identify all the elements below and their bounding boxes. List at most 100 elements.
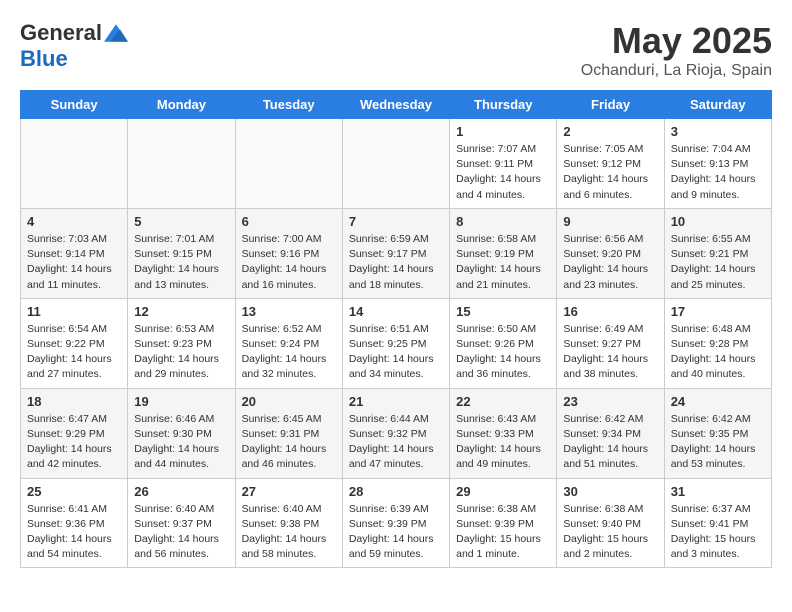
- calendar-cell: 21 Sunrise: 6:44 AM Sunset: 9:32 PM Dayli…: [342, 388, 449, 478]
- day-info: Sunrise: 7:03 AM Sunset: 9:14 PM Dayligh…: [27, 232, 121, 293]
- day-info: Sunrise: 6:47 AM Sunset: 9:29 PM Dayligh…: [27, 412, 121, 473]
- day-info: Sunrise: 7:07 AM Sunset: 9:11 PM Dayligh…: [456, 142, 550, 203]
- day-info: Sunrise: 7:05 AM Sunset: 9:12 PM Dayligh…: [563, 142, 657, 203]
- day-number: 24: [671, 394, 765, 409]
- week-row-5: 25Sunrise: 6:41 AM Sunset: 9:36 PM Dayli…: [21, 478, 772, 568]
- day-info: Sunrise: 6:52 AM Sunset: 9:24 PM Dayligh…: [242, 322, 336, 383]
- calendar-cell: 17 Sunrise: 6:48 AM Sunset: 9:28 PM Dayli…: [664, 298, 771, 388]
- day-number: 13: [242, 304, 336, 319]
- calendar-cell: 12 Sunrise: 6:53 AM Sunset: 9:23 PM Dayli…: [128, 298, 235, 388]
- day-info: Sunrise: 6:39 AM Sunset: 9:39 PM Dayligh…: [349, 502, 443, 563]
- day-number: 15: [456, 304, 550, 319]
- day-info: Sunrise: 6:40 AM Sunset: 9:37 PM Dayligh…: [134, 502, 228, 563]
- calendar-cell: 20Sunrise: 6:45 AM Sunset: 9:31 PM Dayli…: [235, 388, 342, 478]
- weekday-header-friday: Friday: [557, 91, 664, 119]
- week-row-4: 18 Sunrise: 6:47 AM Sunset: 9:29 PM Dayli…: [21, 388, 772, 478]
- calendar-cell: 28Sunrise: 6:39 AM Sunset: 9:39 PM Dayli…: [342, 478, 449, 568]
- day-number: 9: [563, 214, 657, 229]
- calendar-cell: [128, 119, 235, 209]
- calendar-cell: 22 Sunrise: 6:43 AM Sunset: 9:33 PM Dayli…: [450, 388, 557, 478]
- day-number: 1: [456, 124, 550, 139]
- day-info: Sunrise: 6:50 AM Sunset: 9:26 PM Dayligh…: [456, 322, 550, 383]
- calendar-cell: 25Sunrise: 6:41 AM Sunset: 9:36 PM Dayli…: [21, 478, 128, 568]
- logo: General Blue: [20, 20, 128, 72]
- weekday-header-wednesday: Wednesday: [342, 91, 449, 119]
- day-number: 29: [456, 484, 550, 499]
- week-row-1: 1 Sunrise: 7:07 AM Sunset: 9:11 PM Daylig…: [21, 119, 772, 209]
- calendar-cell: 4 Sunrise: 7:03 AM Sunset: 9:14 PM Daylig…: [21, 208, 128, 298]
- calendar-cell: 10Sunrise: 6:55 AM Sunset: 9:21 PM Dayli…: [664, 208, 771, 298]
- weekday-header-saturday: Saturday: [664, 91, 771, 119]
- calendar-cell: 11Sunrise: 6:54 AM Sunset: 9:22 PM Dayli…: [21, 298, 128, 388]
- day-number: 14: [349, 304, 443, 319]
- day-number: 6: [242, 214, 336, 229]
- calendar-cell: [342, 119, 449, 209]
- calendar-cell: [235, 119, 342, 209]
- day-number: 5: [134, 214, 228, 229]
- month-title: May 2025: [581, 20, 772, 62]
- day-info: Sunrise: 6:38 AM Sunset: 9:39 PM Dayligh…: [456, 502, 550, 563]
- week-row-3: 11Sunrise: 6:54 AM Sunset: 9:22 PM Dayli…: [21, 298, 772, 388]
- day-info: Sunrise: 6:59 AM Sunset: 9:17 PM Dayligh…: [349, 232, 443, 293]
- calendar-cell: 30 Sunrise: 6:38 AM Sunset: 9:40 PM Dayli…: [557, 478, 664, 568]
- calendar-table: SundayMondayTuesdayWednesdayThursdayFrid…: [20, 90, 772, 568]
- day-info: Sunrise: 6:58 AM Sunset: 9:19 PM Dayligh…: [456, 232, 550, 293]
- calendar-cell: 16 Sunrise: 6:49 AM Sunset: 9:27 PM Dayli…: [557, 298, 664, 388]
- logo-general-text: General: [20, 20, 102, 46]
- day-number: 4: [27, 214, 121, 229]
- calendar-cell: 31 Sunrise: 6:37 AM Sunset: 9:41 PM Dayli…: [664, 478, 771, 568]
- calendar-cell: 26 Sunrise: 6:40 AM Sunset: 9:37 PM Dayli…: [128, 478, 235, 568]
- day-info: Sunrise: 6:54 AM Sunset: 9:22 PM Dayligh…: [27, 322, 121, 383]
- weekday-header-tuesday: Tuesday: [235, 91, 342, 119]
- location-subtitle: Ochanduri, La Rioja, Spain: [581, 62, 772, 80]
- day-info: Sunrise: 6:48 AM Sunset: 9:28 PM Dayligh…: [671, 322, 765, 383]
- calendar-cell: 8 Sunrise: 6:58 AM Sunset: 9:19 PM Daylig…: [450, 208, 557, 298]
- day-info: Sunrise: 6:44 AM Sunset: 9:32 PM Dayligh…: [349, 412, 443, 473]
- calendar-cell: 13 Sunrise: 6:52 AM Sunset: 9:24 PM Dayli…: [235, 298, 342, 388]
- day-info: Sunrise: 6:42 AM Sunset: 9:35 PM Dayligh…: [671, 412, 765, 473]
- calendar-cell: 27 Sunrise: 6:40 AM Sunset: 9:38 PM Dayli…: [235, 478, 342, 568]
- day-number: 31: [671, 484, 765, 499]
- day-number: 19: [134, 394, 228, 409]
- calendar-cell: 24 Sunrise: 6:42 AM Sunset: 9:35 PM Dayli…: [664, 388, 771, 478]
- day-info: Sunrise: 6:49 AM Sunset: 9:27 PM Dayligh…: [563, 322, 657, 383]
- day-number: 18: [27, 394, 121, 409]
- day-info: Sunrise: 6:42 AM Sunset: 9:34 PM Dayligh…: [563, 412, 657, 473]
- calendar-cell: 15 Sunrise: 6:50 AM Sunset: 9:26 PM Dayli…: [450, 298, 557, 388]
- day-number: 8: [456, 214, 550, 229]
- calendar-cell: 7Sunrise: 6:59 AM Sunset: 9:17 PM Daylig…: [342, 208, 449, 298]
- day-number: 12: [134, 304, 228, 319]
- day-number: 20: [242, 394, 336, 409]
- day-number: 26: [134, 484, 228, 499]
- day-info: Sunrise: 6:37 AM Sunset: 9:41 PM Dayligh…: [671, 502, 765, 563]
- calendar-cell: 3Sunrise: 7:04 AM Sunset: 9:13 PM Daylig…: [664, 119, 771, 209]
- weekday-header-monday: Monday: [128, 91, 235, 119]
- day-number: 17: [671, 304, 765, 319]
- week-row-2: 4 Sunrise: 7:03 AM Sunset: 9:14 PM Daylig…: [21, 208, 772, 298]
- calendar-cell: 19 Sunrise: 6:46 AM Sunset: 9:30 PM Dayli…: [128, 388, 235, 478]
- calendar-cell: 6 Sunrise: 7:00 AM Sunset: 9:16 PM Daylig…: [235, 208, 342, 298]
- day-info: Sunrise: 6:41 AM Sunset: 9:36 PM Dayligh…: [27, 502, 121, 563]
- calendar-cell: 1 Sunrise: 7:07 AM Sunset: 9:11 PM Daylig…: [450, 119, 557, 209]
- calendar-cell: 2 Sunrise: 7:05 AM Sunset: 9:12 PM Daylig…: [557, 119, 664, 209]
- day-info: Sunrise: 6:46 AM Sunset: 9:30 PM Dayligh…: [134, 412, 228, 473]
- day-info: Sunrise: 6:43 AM Sunset: 9:33 PM Dayligh…: [456, 412, 550, 473]
- calendar-cell: 5Sunrise: 7:01 AM Sunset: 9:15 PM Daylig…: [128, 208, 235, 298]
- day-info: Sunrise: 6:56 AM Sunset: 9:20 PM Dayligh…: [563, 232, 657, 293]
- day-number: 21: [349, 394, 443, 409]
- day-info: Sunrise: 6:38 AM Sunset: 9:40 PM Dayligh…: [563, 502, 657, 563]
- day-info: Sunrise: 7:04 AM Sunset: 9:13 PM Dayligh…: [671, 142, 765, 203]
- calendar-cell: 18 Sunrise: 6:47 AM Sunset: 9:29 PM Dayli…: [21, 388, 128, 478]
- calendar-cell: 9 Sunrise: 6:56 AM Sunset: 9:20 PM Daylig…: [557, 208, 664, 298]
- day-number: 16: [563, 304, 657, 319]
- day-info: Sunrise: 6:40 AM Sunset: 9:38 PM Dayligh…: [242, 502, 336, 563]
- day-number: 23: [563, 394, 657, 409]
- day-info: Sunrise: 6:53 AM Sunset: 9:23 PM Dayligh…: [134, 322, 228, 383]
- calendar-cell: [21, 119, 128, 209]
- day-info: Sunrise: 7:00 AM Sunset: 9:16 PM Dayligh…: [242, 232, 336, 293]
- day-number: 2: [563, 124, 657, 139]
- day-number: 10: [671, 214, 765, 229]
- day-number: 30: [563, 484, 657, 499]
- day-number: 22: [456, 394, 550, 409]
- day-number: 27: [242, 484, 336, 499]
